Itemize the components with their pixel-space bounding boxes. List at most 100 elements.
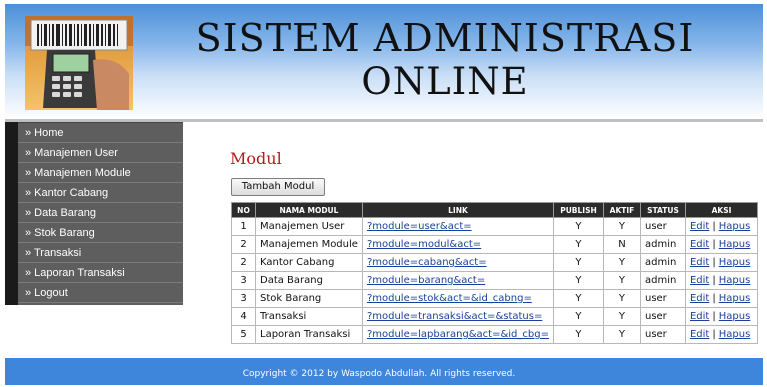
edit-link[interactable]: Edit <box>690 221 709 232</box>
cell-aksi: Edit | Hapus <box>684 289 758 308</box>
add-module-button[interactable]: Tambah Modul <box>231 178 325 196</box>
cell-publish: Y <box>552 325 604 344</box>
module-link[interactable]: ?module=transaksi&act=&status= <box>367 311 542 322</box>
delete-link[interactable]: Hapus <box>719 329 751 340</box>
cell-no: 3 <box>231 271 256 290</box>
sidebar-item-logout[interactable]: » Logout <box>18 283 183 303</box>
table-row: 2 Kantor Cabang ?module=cabang&act= Y Yadmin… <box>231 253 758 272</box>
cell-aksi: Edit | Hapus <box>684 307 758 326</box>
action-separator: | <box>712 293 716 304</box>
cell-aktif: N <box>602 235 641 254</box>
column-header-nama-modul: NAMA MODUL <box>255 202 363 218</box>
cell-aktif: Y <box>602 271 641 290</box>
cell-aksi: Edit | Hapus <box>684 235 758 254</box>
sidebar-item-stok-barang[interactable]: » Stok Barang <box>18 223 183 243</box>
barcode-scanner-icon <box>25 16 133 110</box>
sidebar-item-data-barang[interactable]: » Data Barang <box>18 203 183 223</box>
action-separator: | <box>712 311 716 322</box>
action-separator: | <box>712 275 716 286</box>
column-header-publish: PUBLISH <box>552 202 604 218</box>
sidebar-item-transaksi[interactable]: » Transaksi <box>18 243 183 263</box>
delete-link[interactable]: Hapus <box>719 239 751 250</box>
cell-no: 5 <box>231 325 256 344</box>
cell-no: 3 <box>231 289 256 308</box>
table-header-row: NO NAMA MODUL LINK PUBLISH AKTIF STATUS … <box>231 202 758 218</box>
cell-aksi: Edit | Hapus <box>684 253 758 272</box>
delete-link[interactable]: Hapus <box>719 275 751 286</box>
column-header-aktif: AKTIF <box>602 202 641 218</box>
cell-link: ?module=barang&act= <box>361 271 554 290</box>
cell-status: user <box>639 289 686 308</box>
cell-link: ?module=transaksi&act=&status= <box>361 307 554 326</box>
edit-link[interactable]: Edit <box>690 275 709 286</box>
action-separator: | <box>712 239 716 250</box>
cell-link: ?module=cabang&act= <box>361 253 554 272</box>
cell-link: ?module=stok&act=&id_cabng= <box>361 289 554 308</box>
cell-status: admin <box>639 235 686 254</box>
cell-no: 2 <box>231 235 256 254</box>
site-header: SISTEM ADMINISTRASI ONLINE <box>5 4 763 119</box>
cell-publish: Y <box>552 271 604 290</box>
delete-link[interactable]: Hapus <box>719 221 751 232</box>
cell-nama-modul: Kantor Cabang <box>255 253 363 272</box>
cell-status: user <box>639 217 686 236</box>
delete-link[interactable]: Hapus <box>719 311 751 322</box>
site-title-line2: ONLINE <box>361 60 529 103</box>
cell-publish: Y <box>552 217 604 236</box>
edit-link[interactable]: Edit <box>690 311 709 322</box>
sidebar-item-manajemen-user[interactable]: » Manajemen User <box>18 143 183 163</box>
sidebar-item-laporan-transaksi[interactable]: » Laporan Transaksi <box>18 263 183 283</box>
page-frame: SISTEM ADMINISTRASI ONLINE » Home » Mana… <box>5 4 763 385</box>
sidebar-edge <box>5 122 18 305</box>
cell-nama-modul: Transaksi <box>255 307 363 326</box>
site-title-line1: SISTEM ADMINISTRASI <box>195 16 695 60</box>
column-header-status: STATUS <box>639 202 686 218</box>
module-link[interactable]: ?module=user&act= <box>367 221 472 232</box>
delete-link[interactable]: Hapus <box>719 293 751 304</box>
cell-status: user <box>639 307 686 326</box>
page-title: Modul <box>230 149 282 168</box>
cell-aktif: Y <box>602 307 641 326</box>
module-link[interactable]: ?module=lapbarang&act=&id_cbg= <box>367 329 549 340</box>
cell-aksi: Edit | Hapus <box>684 217 758 236</box>
table-row: 4 Transaksi ?module=transaksi&act=&status=… <box>231 307 758 326</box>
sidebar-item-home[interactable]: » Home <box>18 123 183 143</box>
cell-no: 1 <box>231 217 256 236</box>
edit-link[interactable]: Edit <box>690 239 709 250</box>
cell-nama-modul: Manajemen User <box>255 217 363 236</box>
cell-status: admin <box>639 271 686 290</box>
delete-link[interactable]: Hapus <box>719 257 751 268</box>
sidebar-item-kantor-cabang[interactable]: » Kantor Cabang <box>18 183 183 203</box>
cell-link: ?module=modul&act= <box>361 235 554 254</box>
cell-publish: Y <box>552 253 604 272</box>
column-header-no: NO <box>231 202 256 218</box>
cell-nama-modul: Stok Barang <box>255 289 363 308</box>
edit-link[interactable]: Edit <box>690 329 709 340</box>
module-link[interactable]: ?module=stok&act=&id_cabng= <box>367 293 532 304</box>
cell-no: 4 <box>231 307 256 326</box>
edit-link[interactable]: Edit <box>690 293 709 304</box>
cell-publish: Y <box>552 235 604 254</box>
action-separator: | <box>712 221 716 232</box>
table-row: 2 Manajemen Module ?module=modul&act= Y Nadm… <box>231 235 758 254</box>
cell-aksi: Edit | Hapus <box>684 325 758 344</box>
cell-no: 2 <box>231 253 256 272</box>
cell-nama-modul: Laporan Transaksi <box>255 325 363 344</box>
module-link[interactable]: ?module=cabang&act= <box>367 257 487 268</box>
table-row: 3 Data Barang ?module=barang&act= Y Yadmin Ed… <box>231 271 758 290</box>
cell-aksi: Edit | Hapus <box>684 271 758 290</box>
action-separator: | <box>712 257 716 268</box>
edit-link[interactable]: Edit <box>690 257 709 268</box>
module-link[interactable]: ?module=barang&act= <box>367 275 485 286</box>
module-link[interactable]: ?module=modul&act= <box>367 239 481 250</box>
cell-status: user <box>639 325 686 344</box>
cell-aktif: Y <box>602 289 641 308</box>
action-separator: | <box>712 329 716 340</box>
cell-aktif: Y <box>602 325 641 344</box>
cell-status: admin <box>639 253 686 272</box>
cell-publish: Y <box>552 307 604 326</box>
table-row: 1 Manajemen User ?module=user&act= Y Yuser Ed… <box>231 217 758 236</box>
column-header-aksi: AKSI <box>684 202 758 218</box>
sidebar-item-manajemen-module[interactable]: » Manajemen Module <box>18 163 183 183</box>
cell-nama-modul: Data Barang <box>255 271 363 290</box>
